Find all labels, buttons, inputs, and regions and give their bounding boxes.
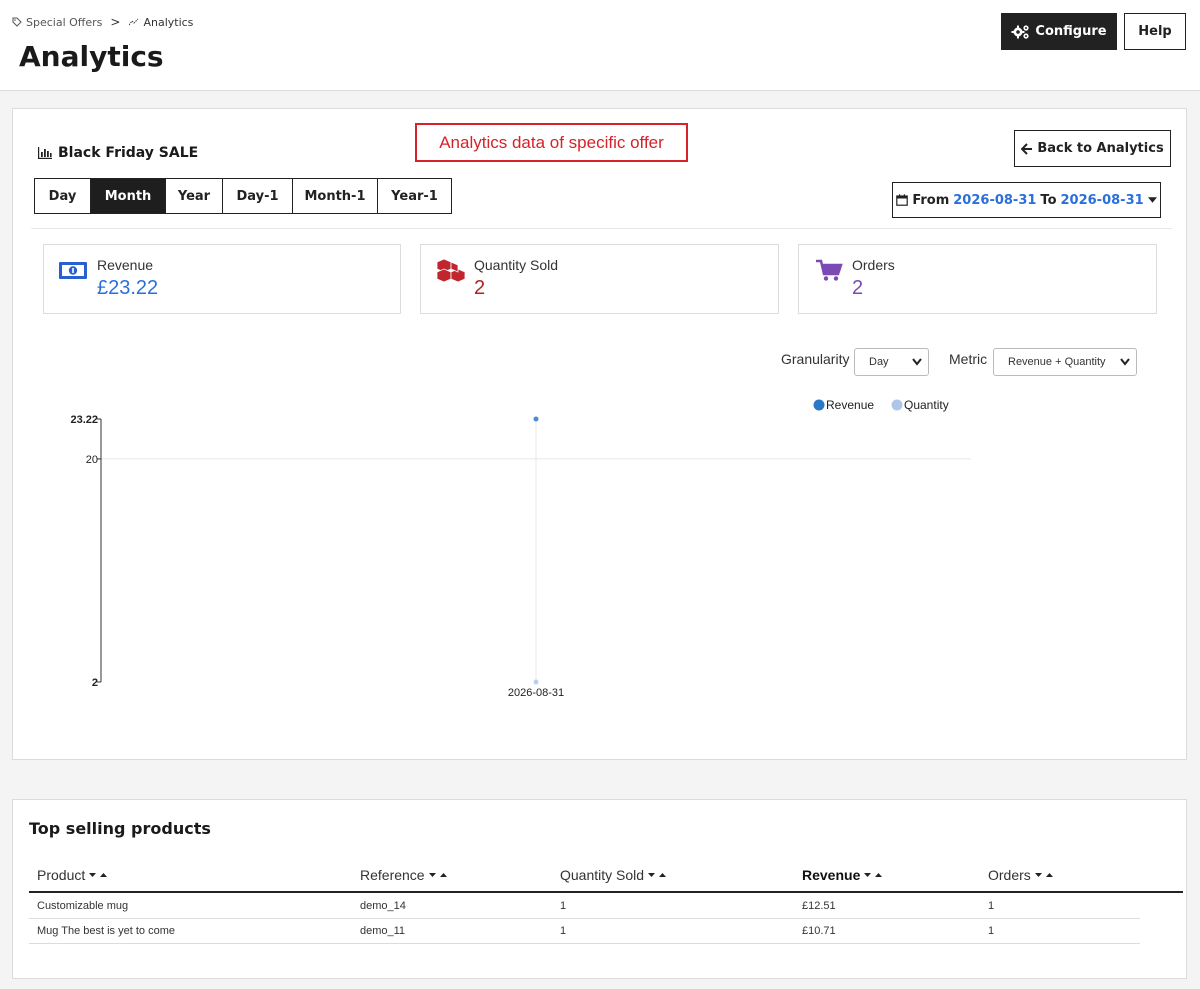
arrow-left-icon: [1021, 142, 1033, 155]
kpi-revenue: Revenue £23.22: [43, 244, 401, 314]
cell-quantity: 1: [560, 925, 567, 937]
back-to-analytics-button[interactable]: Back to Analytics: [1014, 130, 1171, 167]
sort-icon[interactable]: [648, 871, 667, 879]
kpi-quantity-value: 2: [474, 277, 486, 299]
tab-year[interactable]: Year: [166, 179, 223, 213]
section-divider: [31, 228, 1172, 229]
y-tick-label: 20: [86, 454, 98, 466]
kpi-orders: Orders 2: [798, 244, 1157, 314]
tab-day-1[interactable]: Day-1: [223, 179, 293, 213]
cell-orders: 1: [988, 900, 995, 912]
tab-year-1[interactable]: Year-1: [378, 179, 451, 213]
caret-down-icon: [1147, 197, 1157, 203]
legend-marker-quantity: [891, 399, 903, 411]
cell-product: Mug The best is yet to come: [37, 925, 175, 937]
table-row: Customizable mug demo_14 1 £12.51 1: [29, 894, 1140, 919]
breadcrumb: Special Offers > Analytics: [12, 15, 193, 29]
page-title: Analytics: [19, 40, 164, 73]
column-header-quantity-sold[interactable]: Quantity Sold: [560, 867, 667, 883]
legend-label-revenue: Revenue: [826, 398, 874, 412]
chevron-down-icon: [1120, 358, 1130, 366]
offer-analytics-card: Black Friday SALE Analytics data of spec…: [12, 108, 1187, 760]
kpi-quantity-sold: Quantity Sold 2: [420, 244, 779, 314]
column-header-product[interactable]: Product: [37, 867, 108, 883]
breadcrumb-item-analytics: Analytics: [129, 16, 193, 29]
period-tabs: Day Month Year Day-1 Month-1 Year-1: [34, 178, 452, 214]
money-bill-icon: [59, 262, 87, 279]
line-chart-icon: [129, 18, 139, 26]
x-tick-label: 2026-08-31: [508, 687, 564, 699]
page-header: Special Offers > Analytics Analytics Con…: [0, 0, 1200, 91]
breadcrumb-separator: >: [110, 15, 121, 29]
tab-month[interactable]: Month: [91, 179, 166, 213]
y-tick-label: 2: [92, 677, 98, 689]
gears-icon: [1011, 24, 1030, 39]
kpi-revenue-value: £23.22: [97, 277, 159, 299]
tag-icon: [12, 17, 22, 27]
date-from: 2026-08-31: [953, 192, 1037, 208]
configure-button[interactable]: Configure: [1001, 13, 1117, 50]
analytics-chart: 23.22 20 2 Revenue Quantity 2026-08-31: [70, 398, 971, 699]
metric-select[interactable]: Revenue + Quantity: [993, 348, 1137, 376]
bar-chart-icon: [38, 147, 52, 159]
cell-orders: 1: [988, 925, 995, 937]
annotation-callout: Analytics data of specific offer: [415, 123, 688, 162]
sort-icon[interactable]: [864, 871, 883, 879]
calendar-icon: [896, 194, 909, 206]
top-selling-products-card: Top selling products Product Reference Q…: [12, 799, 1187, 979]
data-point-quantity: [533, 679, 539, 685]
legend-marker-revenue: [813, 399, 825, 411]
offer-title: Black Friday SALE: [38, 145, 198, 161]
date-to: 2026-08-31: [1060, 192, 1144, 208]
cell-product: Customizable mug: [37, 900, 129, 912]
column-header-revenue[interactable]: Revenue: [802, 867, 883, 883]
sort-icon[interactable]: [89, 871, 108, 879]
tab-month-1[interactable]: Month-1: [293, 179, 378, 213]
table-row: Mug The best is yet to come demo_11 1 £1…: [29, 919, 1140, 944]
metric-label: Metric: [949, 351, 988, 367]
data-point-revenue: [533, 416, 539, 422]
help-button[interactable]: Help: [1124, 13, 1186, 50]
column-header-orders[interactable]: Orders: [988, 867, 1053, 883]
cell-revenue: £12.51: [802, 900, 836, 912]
date-range-picker[interactable]: From 2026-08-31 To 2026-08-31: [892, 182, 1161, 218]
tab-day[interactable]: Day: [35, 179, 91, 213]
breadcrumb-item-special-offers[interactable]: Special Offers: [12, 16, 102, 29]
cell-revenue: £10.71: [802, 925, 836, 937]
granularity-select[interactable]: Day: [854, 348, 929, 376]
kpi-orders-value: 2: [852, 277, 864, 299]
y-tick-label: 23.22: [70, 414, 98, 426]
legend-label-quantity: Quantity: [904, 398, 949, 412]
sort-icon[interactable]: [1034, 871, 1053, 879]
sort-icon[interactable]: [428, 871, 447, 879]
table-title: Top selling products: [29, 819, 211, 838]
table-header-divider: [29, 891, 1183, 893]
cubes-icon: [436, 258, 466, 283]
column-header-reference[interactable]: Reference: [360, 867, 447, 883]
cell-quantity: 1: [560, 900, 567, 912]
cell-reference: demo_14: [360, 900, 406, 912]
chevron-down-icon: [912, 358, 922, 366]
shopping-cart-icon: [816, 259, 843, 281]
granularity-label: Granularity: [781, 351, 850, 367]
cell-reference: demo_11: [360, 925, 406, 937]
